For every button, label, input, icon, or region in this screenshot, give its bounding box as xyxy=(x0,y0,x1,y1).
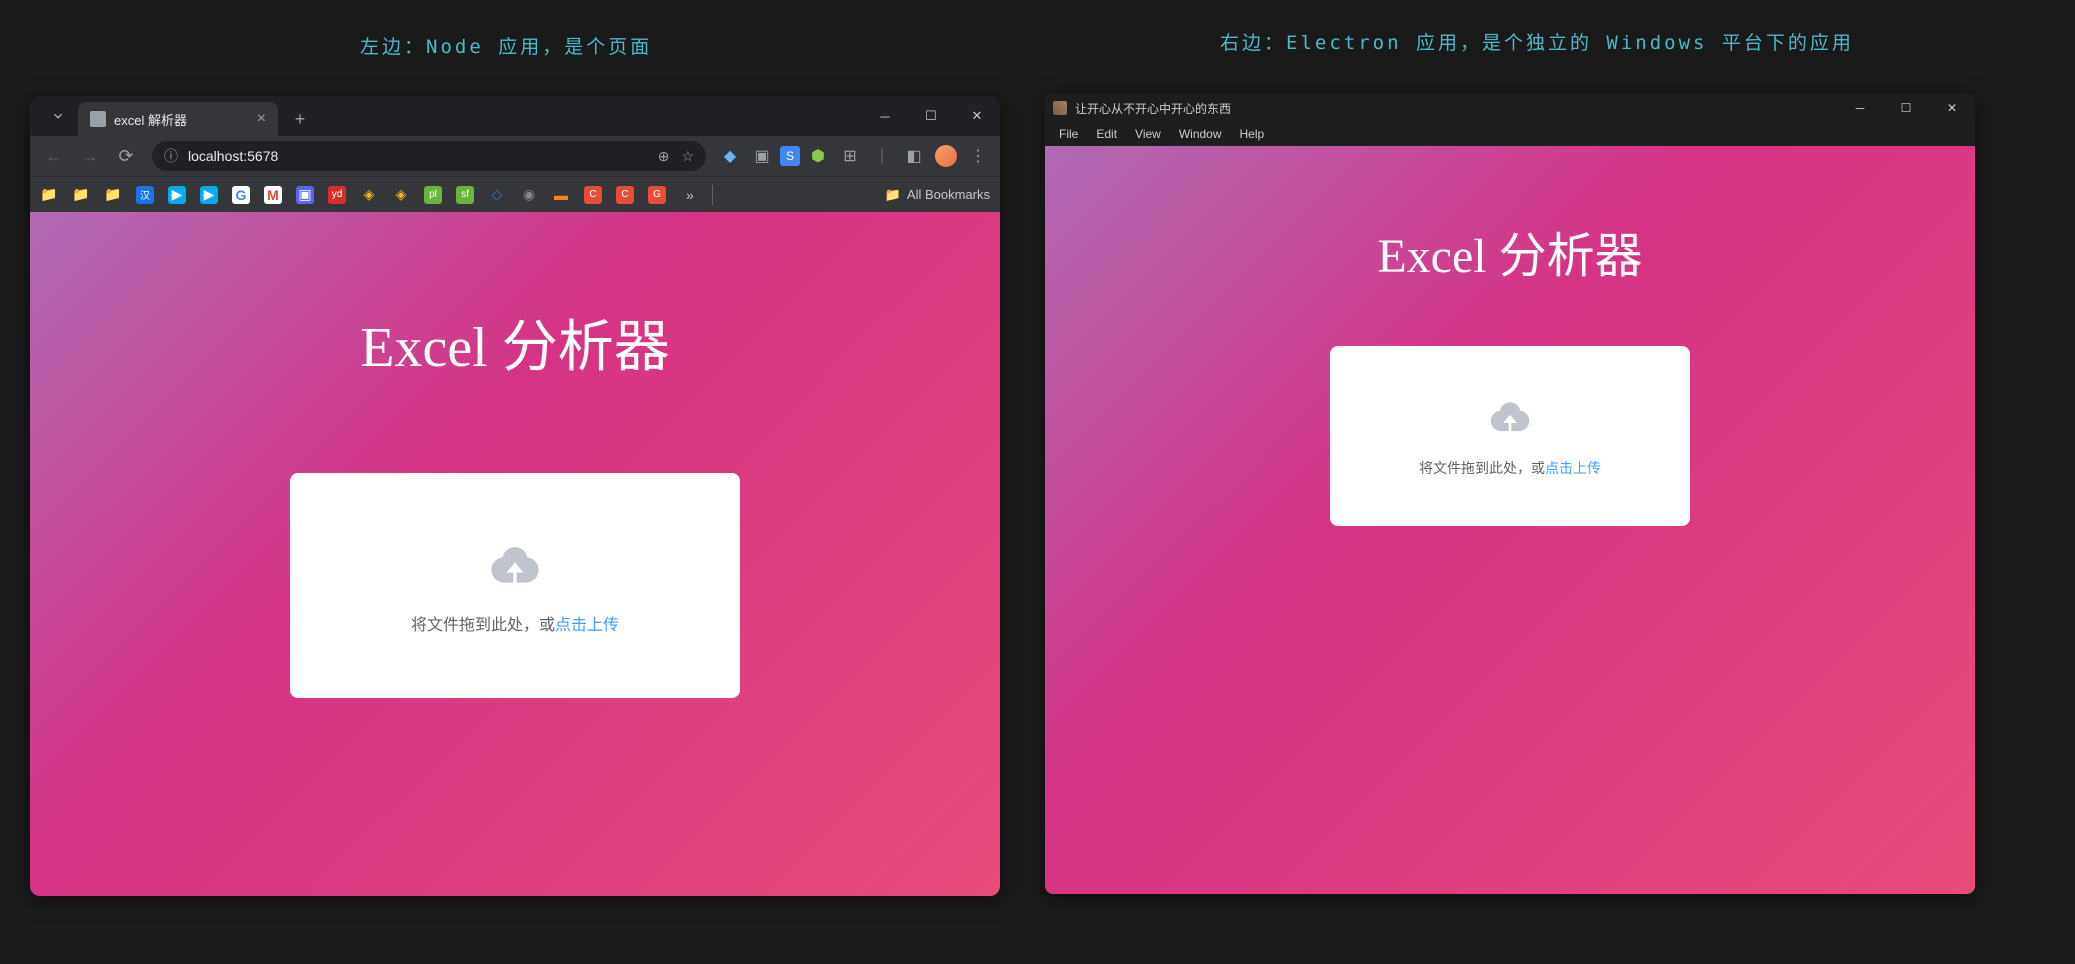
chrome-window-controls: ─ ☐ ✕ xyxy=(862,96,1000,136)
folder-icon: 📁 xyxy=(885,187,901,203)
bookmark-item-icon[interactable]: ◉ xyxy=(520,186,538,204)
close-window-button[interactable]: ✕ xyxy=(1929,94,1975,122)
bookmark-item-icon[interactable]: C xyxy=(616,186,634,204)
zoom-icon[interactable]: ⊕ xyxy=(658,148,670,165)
menu-file[interactable]: File xyxy=(1051,125,1086,143)
bookmark-item-icon[interactable]: ◈ xyxy=(392,186,410,204)
bookmark-item-icon[interactable]: ◇ xyxy=(488,186,506,204)
bookmark-item-icon[interactable]: ▶ xyxy=(168,186,186,204)
window-title: 让开心从不开心中开心的东西 xyxy=(1075,100,1231,117)
chrome-toolbar: ← → ⟳ ⓘ localhost:5678 ⊕ ☆ ◆ ▣ S ⬢ ⊞ | ◧… xyxy=(30,136,1000,176)
tab-close-button[interactable]: × xyxy=(257,110,266,128)
upload-hint-text: 将文件拖到此处，或点击上传 xyxy=(1419,458,1601,478)
cloud-upload-icon xyxy=(1482,394,1538,438)
extension-gem-icon[interactable]: ◆ xyxy=(716,142,744,170)
electron-window-controls: ─ ☐ ✕ xyxy=(1837,94,1975,122)
caption-right: 右边：Electron 应用，是个独立的 Windows 平台下的应用 xyxy=(1220,28,1854,55)
bookmark-item-icon[interactable]: ▣ xyxy=(296,186,314,204)
divider xyxy=(712,185,713,205)
bookmark-item-icon[interactable]: C xyxy=(584,186,602,204)
browser-tab-active[interactable]: excel 解析器 × xyxy=(78,102,278,136)
electron-titlebar: 让开心从不开心中开心的东西 ─ ☐ ✕ xyxy=(1045,94,1975,122)
bookmark-item-icon[interactable]: sf xyxy=(456,186,474,204)
chrome-browser-window: excel 解析器 × + ─ ☐ ✕ ← → ⟳ ⓘ localhost:56… xyxy=(30,96,1000,896)
search-tabs-icon[interactable] xyxy=(44,102,72,130)
upload-link[interactable]: 点击上传 xyxy=(555,617,619,634)
maximize-button[interactable]: ☐ xyxy=(1883,94,1929,122)
menu-window[interactable]: Window xyxy=(1171,125,1230,143)
minimize-button[interactable]: ─ xyxy=(862,96,908,136)
page-content: Excel 分析器 将文件拖到此处，或点击上传 xyxy=(30,212,1000,896)
electron-app-window: 让开心从不开心中开心的东西 ─ ☐ ✕ File Edit View Windo… xyxy=(1045,94,1975,894)
profile-avatar[interactable] xyxy=(932,142,960,170)
site-info-icon[interactable]: ⓘ xyxy=(164,146,178,166)
upload-dropzone[interactable]: 将文件拖到此处，或点击上传 xyxy=(290,473,740,698)
caption-left: 左边：Node 应用，是个页面 xyxy=(360,32,652,59)
back-button[interactable]: ← xyxy=(38,140,70,172)
upload-text-prefix: 将文件拖到此处，或 xyxy=(411,617,555,634)
extension-translate-icon[interactable]: S xyxy=(780,146,800,166)
maximize-button[interactable]: ☐ xyxy=(908,96,954,136)
app-content: Excel 分析器 将文件拖到此处，或点击上传 xyxy=(1045,146,1975,894)
chrome-tabstrip: excel 解析器 × + xyxy=(30,96,1000,136)
bookmark-google-icon[interactable]: G xyxy=(232,186,250,204)
bookmark-item-icon[interactable]: yd xyxy=(328,186,346,204)
cloud-upload-icon xyxy=(481,537,549,591)
extensions-button[interactable]: ⊞ xyxy=(836,142,864,170)
close-window-button[interactable]: ✕ xyxy=(954,96,1000,136)
side-panel-icon[interactable]: ◧ xyxy=(900,142,928,170)
bookmark-folder-icon[interactable]: 📁 xyxy=(40,186,58,204)
page-title: Excel 分析器 xyxy=(360,302,669,383)
upload-hint-text: 将文件拖到此处，或点击上传 xyxy=(411,611,619,635)
divider-icon: | xyxy=(868,142,896,170)
tab-favicon-icon xyxy=(90,111,106,127)
address-bar[interactable]: ⓘ localhost:5678 ⊕ ☆ xyxy=(152,141,706,171)
bookmark-item-icon[interactable]: pl xyxy=(424,186,442,204)
menu-button[interactable]: ⋮ xyxy=(964,142,992,170)
menu-help[interactable]: Help xyxy=(1232,125,1273,143)
bookmark-item-icon[interactable]: 汉 xyxy=(136,186,154,204)
upload-text-prefix: 将文件拖到此处，或 xyxy=(1419,460,1545,476)
menu-view[interactable]: View xyxy=(1127,125,1169,143)
reload-button[interactable]: ⟳ xyxy=(110,140,142,172)
forward-button[interactable]: → xyxy=(74,140,106,172)
all-bookmarks-label: All Bookmarks xyxy=(907,187,990,202)
app-icon xyxy=(1053,101,1067,115)
url-text: localhost:5678 xyxy=(188,148,278,164)
bookmark-item-icon[interactable]: ◈ xyxy=(360,186,378,204)
all-bookmarks-button[interactable]: 📁 All Bookmarks xyxy=(885,187,990,203)
bookmark-folder-icon[interactable]: 📁 xyxy=(72,186,90,204)
electron-menubar: File Edit View Window Help xyxy=(1045,122,1975,146)
bookmark-folder-icon[interactable]: 📁 xyxy=(104,186,122,204)
bookmark-item-icon[interactable]: G xyxy=(648,186,666,204)
extension-node-icon[interactable]: ⬢ xyxy=(804,142,832,170)
bookmark-gmail-icon[interactable]: M xyxy=(264,186,282,204)
bookmark-item-icon[interactable]: ▬ xyxy=(552,186,570,204)
bookmarks-bar: 📁 📁 📁 汉 ▶ ▶ G M ▣ yd ◈ ◈ pl sf ◇ ◉ ▬ C C… xyxy=(30,176,1000,212)
upload-dropzone[interactable]: 将文件拖到此处，或点击上传 xyxy=(1330,346,1690,526)
menu-edit[interactable]: Edit xyxy=(1088,125,1125,143)
minimize-button[interactable]: ─ xyxy=(1837,94,1883,122)
new-tab-button[interactable]: + xyxy=(286,105,314,133)
page-title: Excel 分析器 xyxy=(1377,216,1642,286)
tab-title: excel 解析器 xyxy=(114,110,187,129)
bookmark-star-icon[interactable]: ☆ xyxy=(681,148,694,165)
bookmark-item-icon[interactable]: ▶ xyxy=(200,186,218,204)
extension-panda-icon[interactable]: ▣ xyxy=(748,142,776,170)
bookmarks-overflow-button[interactable]: » xyxy=(686,187,694,203)
upload-link[interactable]: 点击上传 xyxy=(1545,460,1601,476)
